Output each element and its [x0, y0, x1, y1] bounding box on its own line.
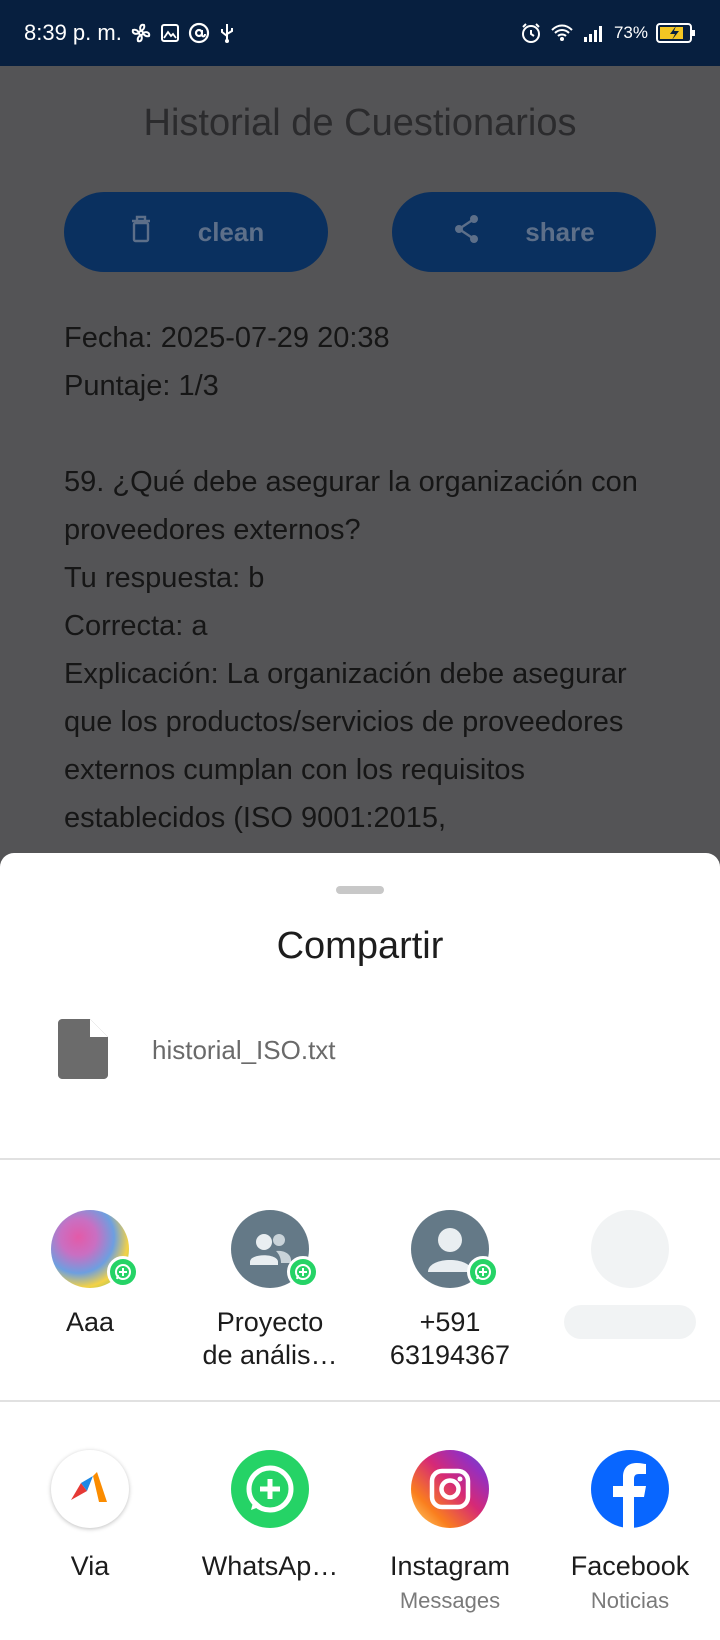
- whatsapp-icon: [231, 1450, 309, 1528]
- shared-file-name: historial_ISO.txt: [152, 1035, 336, 1065]
- app-facebook-sub: Noticias: [590, 1588, 670, 1613]
- battery-percent: 73%: [613, 23, 648, 42]
- app-whatsapp[interactable]: WhatsAp…: [180, 1450, 360, 1620]
- contact-name: Aaa: [65, 1307, 115, 1337]
- direct-share-contact[interactable]: Aaa: [0, 1210, 180, 1385]
- group-name-line1: Proyecto: [216, 1307, 324, 1337]
- number-line1: +591: [419, 1307, 481, 1337]
- history-entry: Fecha: 2025-07-29 20:38 Puntaje: 1/3 59.…: [64, 314, 664, 842]
- direct-share-placeholder: [540, 1210, 720, 1385]
- signal-icon: [582, 23, 606, 43]
- app-instagram-sub: Messages: [399, 1588, 501, 1613]
- app-via[interactable]: Via: [0, 1450, 180, 1620]
- whatsapp-badge-icon: [467, 1256, 499, 1288]
- history-explanation: Explicación: La organización debe asegur…: [64, 658, 627, 834]
- group-name-line2: de anális…: [202, 1340, 338, 1370]
- status-time: 8:39 p. m.: [24, 20, 122, 45]
- instagram-icon: [411, 1450, 489, 1528]
- file-icon: [58, 1019, 108, 1084]
- usb-icon: [218, 22, 236, 44]
- wifi-icon: [550, 23, 574, 43]
- history-your-answer: Tu respuesta: b: [64, 562, 265, 594]
- share-button[interactable]: share: [392, 192, 656, 272]
- alarm-icon: [520, 22, 542, 44]
- app-whatsapp-label: WhatsAp…: [201, 1551, 339, 1581]
- whatsapp-badge-icon: [107, 1256, 139, 1288]
- whatsapp-badge-icon: [287, 1256, 319, 1288]
- divider: [0, 1158, 720, 1160]
- number-line2: 63194367: [389, 1340, 511, 1370]
- history-correct-answer: Correcta: a: [64, 610, 208, 642]
- clean-button[interactable]: clean: [64, 192, 328, 272]
- page-title: Historial de Cuestionarios: [143, 102, 577, 144]
- status-bar: 8:39 p. m. 73%: [0, 0, 720, 66]
- app-instagram-label: Instagram: [389, 1551, 511, 1581]
- history-date: Fecha: 2025-07-29 20:38: [64, 322, 390, 354]
- divider: [0, 1400, 720, 1402]
- direct-share-number[interactable]: +591 63194367: [360, 1210, 540, 1385]
- share-label: share: [525, 216, 595, 247]
- placeholder-avatar: [591, 1210, 669, 1288]
- trash-icon: [128, 214, 154, 251]
- app-facebook[interactable]: Facebook Noticias: [540, 1450, 720, 1620]
- share-sheet: Compartir historial_ISO.txt Aaa Proyecto…: [0, 853, 720, 1640]
- history-question: 59. ¿Qué debe asegurar la organización c…: [64, 466, 638, 546]
- image-icon: [160, 23, 180, 43]
- history-score: Puntaje: 1/3: [64, 370, 219, 402]
- via-icon: [51, 1450, 129, 1528]
- placeholder-label: [564, 1305, 696, 1339]
- app-via-label: Via: [70, 1551, 110, 1581]
- app-instagram[interactable]: Instagram Messages: [360, 1450, 540, 1620]
- battery-charging-icon: [656, 22, 696, 44]
- share-sheet-title: Compartir: [276, 925, 444, 967]
- facebook-icon: [591, 1450, 669, 1528]
- share-icon: [453, 214, 481, 251]
- direct-share-group[interactable]: Proyecto de anális…: [180, 1210, 360, 1385]
- app-facebook-label: Facebook: [570, 1551, 690, 1581]
- clean-label: clean: [197, 216, 265, 247]
- drag-handle[interactable]: [336, 886, 384, 894]
- at-icon: [188, 22, 210, 44]
- fan-icon: [130, 22, 152, 44]
